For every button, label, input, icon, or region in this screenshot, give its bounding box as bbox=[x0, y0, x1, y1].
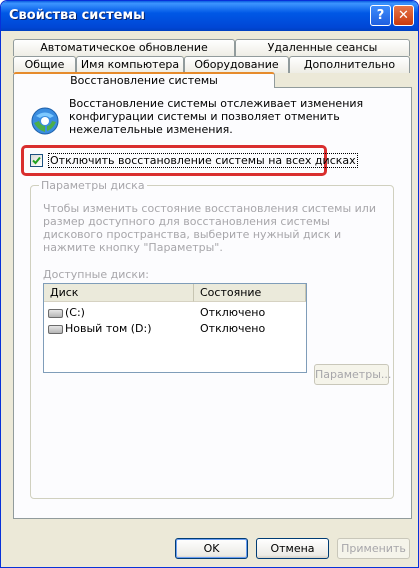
tab-general[interactable]: Общие bbox=[13, 56, 76, 73]
hard-drive-icon bbox=[48, 309, 63, 318]
cancel-button[interactable]: Отмена bbox=[256, 538, 329, 559]
system-properties-window: Свойства системы ? ✕ Автоматическое обно… bbox=[0, 0, 419, 568]
disk-name: Новый том (D:) bbox=[65, 322, 152, 335]
close-button[interactable]: ✕ bbox=[393, 5, 414, 26]
close-icon: ✕ bbox=[398, 8, 409, 23]
column-header-disk[interactable]: Диск bbox=[44, 284, 194, 302]
dialog-content: Автоматическое обновление Удаленные сеан… bbox=[4, 31, 415, 564]
group-title: Параметры диска bbox=[39, 179, 147, 192]
tab-label: Дополнительно bbox=[303, 58, 396, 71]
tab-hardware[interactable]: Оборудование bbox=[184, 56, 289, 73]
tab-automatic-updates[interactable]: Автоматическое обновление bbox=[13, 39, 235, 56]
disk-name: (C:) bbox=[65, 306, 85, 319]
hard-drive-icon bbox=[48, 325, 63, 334]
tab-label: Оборудование bbox=[194, 58, 279, 71]
group-description: Чтобы изменить состояние восстановления … bbox=[43, 202, 376, 254]
disk-row[interactable]: Новый том (D:) Отключено bbox=[44, 321, 306, 337]
list-header: Диск Состояние bbox=[44, 284, 306, 302]
tab-computer-name[interactable]: Имя компьютера bbox=[76, 56, 184, 73]
tab-panel-system-restore: Восстановление системы отслеживает измен… bbox=[13, 87, 412, 519]
ok-button[interactable]: OK bbox=[175, 538, 248, 559]
disable-restore-label[interactable]: Отключить восстановление системы на всех… bbox=[48, 153, 358, 168]
apply-button[interactable]: Применить bbox=[337, 538, 410, 559]
disk-settings-group: Параметры диска Чтобы изменить состояние… bbox=[30, 179, 394, 499]
disk-state: Отключено bbox=[200, 322, 266, 335]
disk-settings-button[interactable]: Параметры... bbox=[314, 364, 391, 385]
check-icon bbox=[32, 156, 41, 165]
help-button[interactable]: ? bbox=[370, 5, 391, 26]
available-disks-label: Доступные диски: bbox=[43, 268, 149, 281]
disable-restore-highlight: Отключить восстановление системы на всех… bbox=[21, 145, 358, 176]
tab-label: Автоматическое обновление bbox=[40, 41, 208, 54]
system-restore-icon bbox=[31, 107, 59, 135]
tab-remote[interactable]: Удаленные сеансы bbox=[235, 39, 410, 56]
disk-list[interactable]: Диск Состояние (C:) Отключено Новый том … bbox=[43, 283, 307, 373]
disk-state: Отключено bbox=[200, 306, 266, 319]
disk-row[interactable]: (C:) Отключено bbox=[44, 305, 306, 321]
disable-restore-checkbox[interactable] bbox=[30, 154, 43, 167]
tab-label: Удаленные сеансы bbox=[267, 41, 378, 54]
title-bar[interactable]: Свойства системы ? ✕ bbox=[1, 1, 418, 31]
tab-advanced[interactable]: Дополнительно bbox=[289, 56, 410, 73]
tab-label: Имя компьютера bbox=[80, 58, 180, 71]
help-icon: ? bbox=[376, 8, 385, 23]
tab-system-restore[interactable]: Восстановление системы bbox=[13, 72, 275, 88]
window-title: Свойства системы bbox=[9, 8, 145, 23]
tab-label: Восстановление системы bbox=[70, 74, 218, 87]
tab-label: Общие bbox=[24, 58, 65, 71]
intro-text: Восстановление системы отслеживает измен… bbox=[69, 97, 364, 136]
column-header-state[interactable]: Состояние bbox=[194, 284, 306, 302]
